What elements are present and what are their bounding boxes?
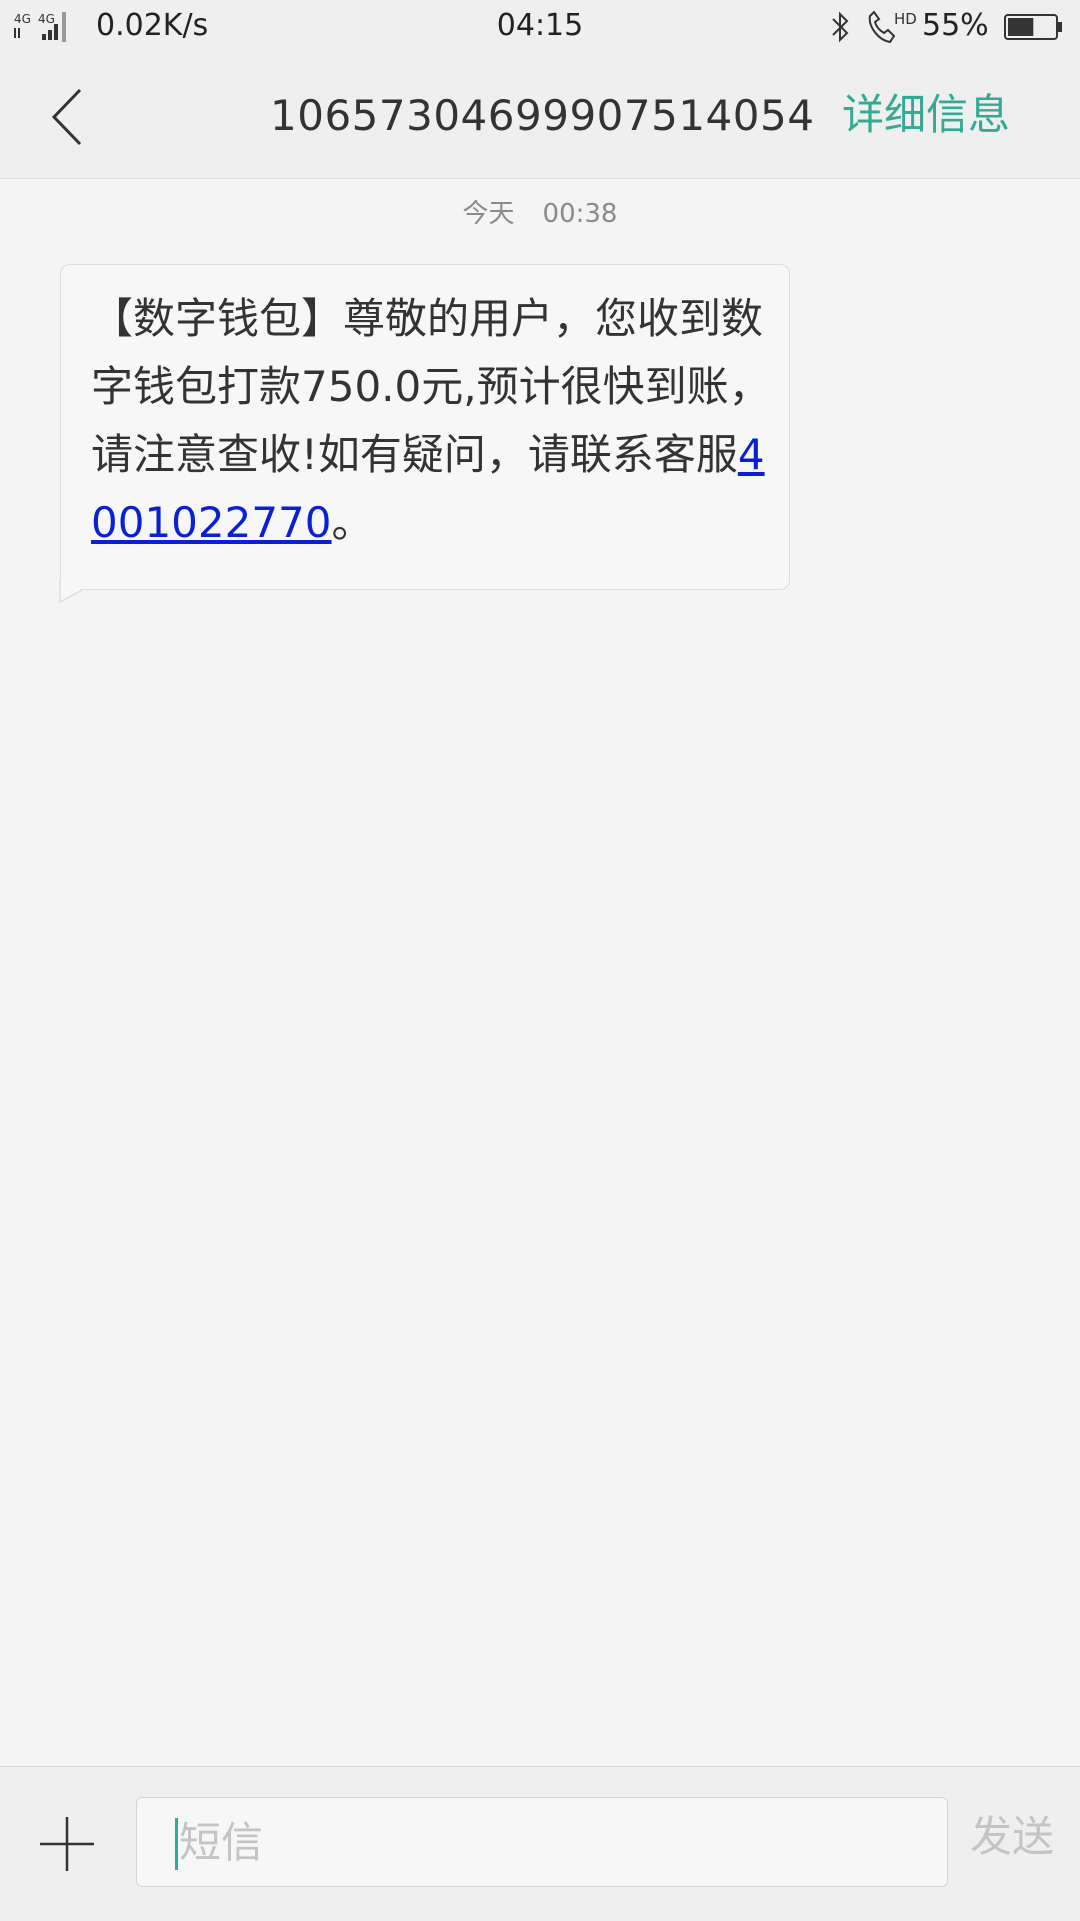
status-bar: 4G 4G 0.02K/s 04:15 HD 55% [0, 0, 1080, 54]
message-text: 【数字钱包】尊敬的用户，您收到数字钱包打款750.0元,预计很快到账，请注意查收… [91, 294, 771, 547]
add-attachment-icon[interactable] [38, 1815, 96, 1873]
message-input-box[interactable] [136, 1797, 948, 1887]
message-input[interactable] [177, 1798, 921, 1886]
message-bubble[interactable]: 【数字钱包】尊敬的用户，您收到数字钱包打款750.0元,预计很快到账，请注意查收… [60, 264, 790, 590]
bluetooth-icon [832, 11, 849, 43]
send-button[interactable]: 发送 [970, 1807, 1054, 1867]
details-button[interactable]: 详细信息 [842, 86, 1010, 144]
battery-percent: 55% [922, 8, 989, 43]
bubble-tail [59, 580, 83, 604]
conversation-header: 10657304699907514054 详细信息 [0, 54, 1080, 179]
hd-call-icon: HD [868, 10, 917, 44]
message-timestamp: 今天 00:38 [0, 196, 1080, 232]
battery-icon [1004, 14, 1062, 40]
back-icon[interactable] [36, 82, 96, 152]
svg-text:HD: HD [894, 10, 917, 28]
date-label: 今天 [462, 199, 515, 229]
time-label: 00:38 [542, 199, 618, 229]
composer-bar: 发送 [0, 1766, 1080, 1921]
contact-number: 10657304699907514054 [270, 91, 815, 140]
